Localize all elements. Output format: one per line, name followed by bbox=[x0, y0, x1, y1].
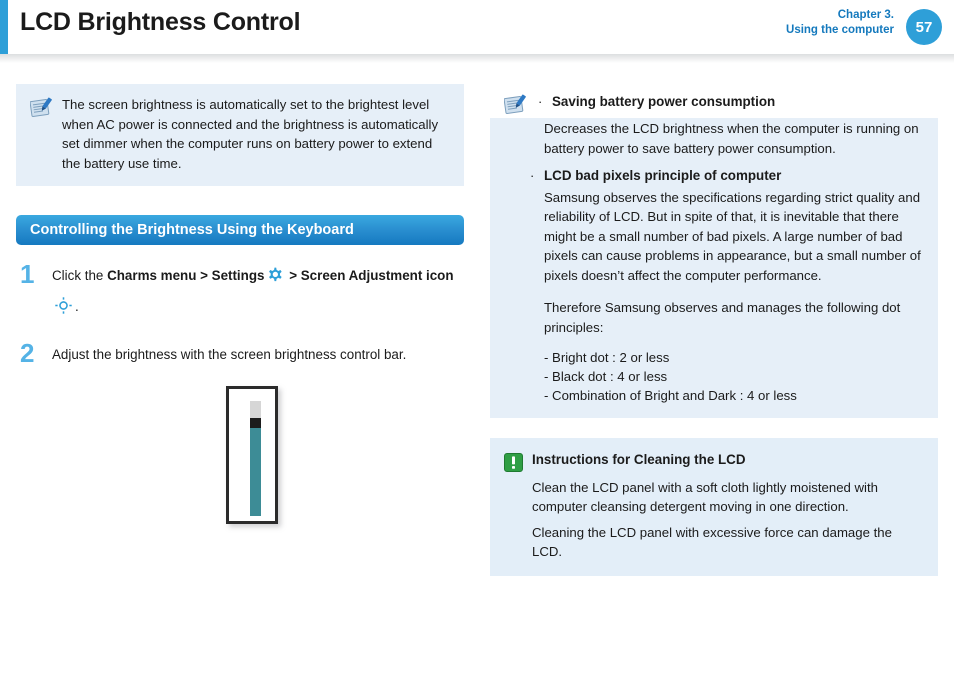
step-1-text: Click the Charms menu > Settings > Scree… bbox=[52, 261, 464, 324]
step-1-prefix: Click the bbox=[52, 268, 108, 283]
note-text: The screen brightness is automatically s… bbox=[62, 97, 439, 171]
step-1-tail: . bbox=[75, 299, 79, 314]
notepad-pen-icon bbox=[30, 95, 62, 119]
caution-exclamation-icon bbox=[504, 450, 532, 472]
paragraph-battery-desc: Decreases the LCD brightness when the co… bbox=[544, 121, 919, 156]
dot-principle-black: - Black dot : 4 or less bbox=[544, 369, 668, 385]
step-1-bold-screen: > Screen Adjustment icon bbox=[289, 268, 454, 283]
caution-title: Instructions for Cleaning the LCD bbox=[532, 451, 746, 467]
chapter-number: Chapter 3. bbox=[837, 9, 894, 21]
step-2-text: Adjust the brightness with the screen br… bbox=[52, 347, 407, 362]
step-2: 2 Adjust the brightness with the screen … bbox=[16, 340, 464, 368]
dot-principle-combination: - Combination of Bright and Dark : 4 or … bbox=[544, 388, 797, 404]
right-info-panel: Decreases the LCD brightness when the co… bbox=[490, 118, 938, 418]
caution-paragraph-1: Clean the LCD panel with a soft cloth li… bbox=[532, 479, 878, 515]
dot-principle-bright: - Bright dot : 2 or less bbox=[544, 350, 670, 365]
notepad-pen-icon bbox=[504, 92, 536, 116]
bullet-marker: · bbox=[530, 168, 535, 183]
caution-paragraph-2: Cleaning the LCD panel with excessive fo… bbox=[532, 524, 892, 560]
step-1-number: 1 bbox=[20, 259, 35, 289]
caution-box-cleaning: Instructions for Cleaning the LCD Clean … bbox=[490, 437, 938, 576]
step-1: 1 Click the Charms menu > Settings > Scr… bbox=[16, 261, 464, 324]
bullet-title-badpixels: LCD bad pixels principle of computer bbox=[544, 168, 782, 183]
right-column: · Saving battery power consumption Decre… bbox=[490, 84, 938, 576]
header-divider-shadow bbox=[0, 54, 954, 63]
dot-principles-list: - Bright dot : 2 or less - Black dot : 4… bbox=[490, 337, 938, 418]
note-box-brightness: The screen brightness is automatically s… bbox=[16, 84, 464, 186]
gear-icon[interactable] bbox=[266, 266, 283, 293]
paragraph-badpixels-2: Therefore Samsung observes and manages t… bbox=[544, 300, 901, 335]
slider-thumb[interactable] bbox=[250, 418, 261, 428]
slider-track[interactable] bbox=[250, 401, 261, 516]
slider-fill bbox=[250, 428, 261, 516]
page-header: LCD Brightness Control Chapter 3. Using … bbox=[0, 0, 954, 63]
slider-frame bbox=[226, 386, 278, 524]
brightness-sun-icon[interactable] bbox=[54, 296, 73, 324]
header-accent-bar bbox=[0, 0, 8, 54]
section-heading: Controlling the Brightness Using the Key… bbox=[16, 215, 464, 245]
screen-brightness-control-bar-figure bbox=[226, 386, 282, 528]
chapter-label: Chapter 3. Using the computer bbox=[786, 8, 894, 38]
chapter-name: Using the computer bbox=[786, 24, 894, 36]
step-2-number: 2 bbox=[20, 338, 35, 368]
note-box-battery: · Saving battery power consumption bbox=[490, 84, 938, 118]
bullet-item-badpixels: · LCD bad pixels principle of computer bbox=[490, 166, 938, 186]
bullet-item-battery: · Saving battery power consumption bbox=[536, 92, 924, 112]
page-number-badge: 57 bbox=[906, 9, 942, 45]
bullet-title-battery: Saving battery power consumption bbox=[552, 94, 776, 109]
left-column: The screen brightness is automatically s… bbox=[16, 84, 464, 528]
paragraph-badpixels-1: Samsung observes the specifications rega… bbox=[544, 189, 921, 283]
bullet-marker: · bbox=[538, 94, 543, 109]
step-1-bold-charms: Charms menu > Settings bbox=[107, 268, 265, 283]
page-title: LCD Brightness Control bbox=[20, 8, 301, 36]
